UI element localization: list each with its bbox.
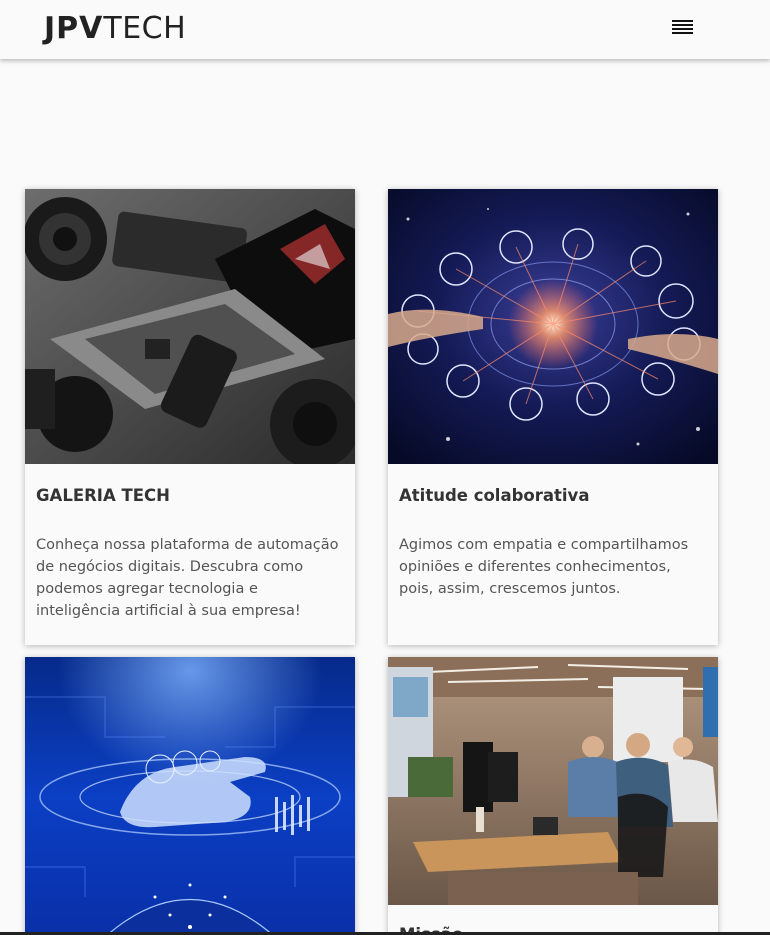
card-galeria-tech[interactable]: GALERIA TECH Conheça nossa plataforma de… [25,189,355,645]
card-digital-hand[interactable] [25,657,355,935]
digital-network-globe-photo [388,189,718,464]
blue-digital-hand-photo [25,657,355,935]
laptop-and-camera-photo [25,189,355,464]
card-title: Atitude colaborativa [399,486,590,505]
top-navbar: JPV TECH [0,0,770,59]
card-atitude-colaborativa[interactable]: Atitude colaborativa Agimos com empatia … [388,189,718,645]
hamburger-menu-icon[interactable] [672,18,694,36]
card-description: Agimos com empatia e compartilhamos opin… [399,537,689,597]
logo-bold-text: JPV [44,11,104,46]
logo-light-text: TECH [103,11,187,46]
card-title: GALERIA TECH [36,486,170,505]
office-team-photo [388,657,718,905]
card-description: Conheça nossa plataforma de automação de… [36,537,339,619]
card-missao[interactable]: Missão [388,657,718,935]
brand-logo[interactable]: JPV TECH [44,12,186,46]
